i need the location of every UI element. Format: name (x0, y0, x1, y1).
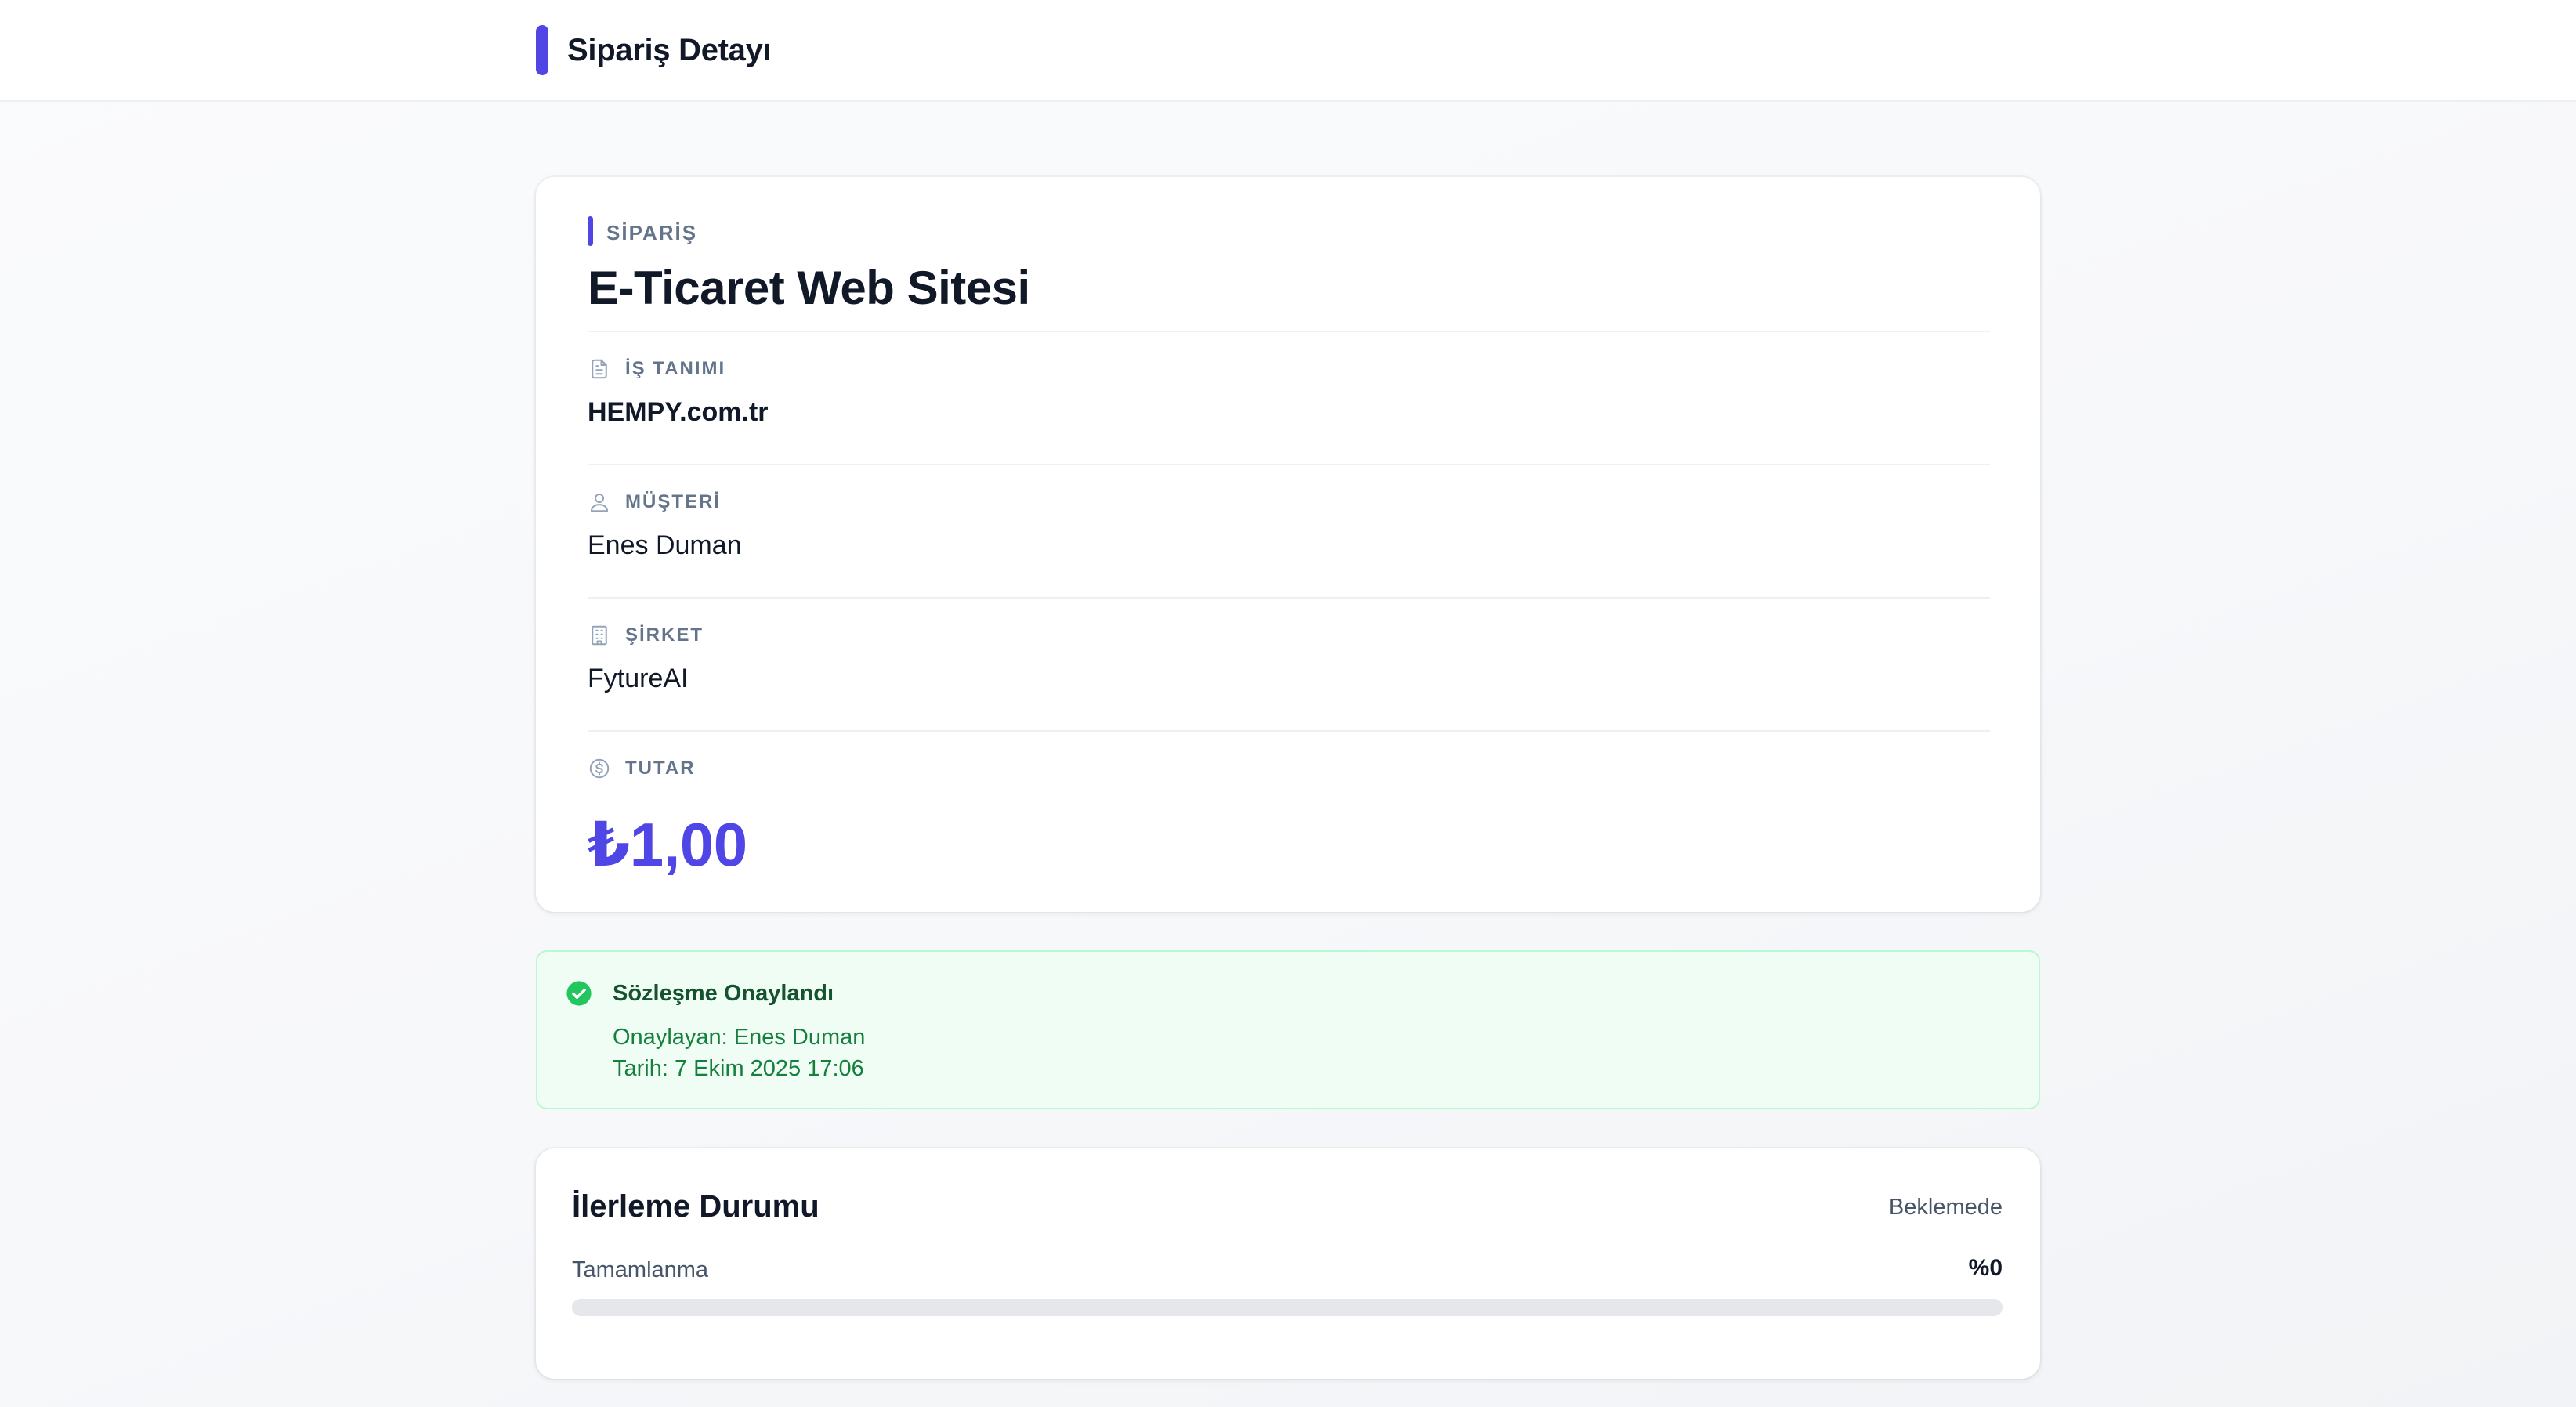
job-description-label: İŞ TANIMI (625, 358, 726, 379)
completion-percent: %0 (1968, 1255, 2003, 1281)
status-badge: Beklemede (1888, 1195, 2003, 1220)
divider (588, 331, 1990, 332)
user-icon (591, 494, 608, 512)
approval-card: Sözleşme Onaylandı Onaylayan: Enes Duman… (536, 950, 2040, 1109)
company-label: ŞİRKET (625, 624, 704, 646)
check-circle-icon (566, 981, 592, 1006)
customer-value: Enes Duman (588, 530, 742, 560)
page-title: Sipariş Detayı (567, 33, 772, 67)
document-icon (592, 359, 607, 379)
approval-date-text: Tarih: 7 Ekim 2025 17:06 (613, 1056, 864, 1081)
title-accent-bar (536, 25, 548, 75)
amount-value: ₺1,00 (588, 810, 747, 879)
customer-label: MÜŞTERİ (625, 491, 721, 512)
order-title: E-Ticaret Web Sitesi (588, 262, 1030, 314)
progress-title: İlerleme Durumu (572, 1189, 819, 1224)
company-value: FytureAI (588, 664, 689, 693)
job-description-value: HEMPY.com.tr (588, 397, 769, 427)
divider (588, 730, 1990, 732)
section-label: SİPARİŞ (606, 221, 698, 244)
top-bar: Sipariş Detayı (0, 0, 2576, 102)
completion-label: Tamamlanma (572, 1257, 709, 1282)
approval-title: Sözleşme Onaylandı (613, 981, 834, 1006)
amount-label: TUTAR (625, 758, 696, 779)
building-icon (592, 625, 607, 646)
progress-card: İlerleme Durumu Beklemede Tamamlanma %0 (536, 1148, 2040, 1379)
progress-bar (572, 1299, 2003, 1316)
section-accent-bar (588, 216, 593, 246)
currency-icon (589, 758, 610, 779)
divider (588, 464, 1990, 465)
approved-by-text: Onaylayan: Enes Duman (613, 1025, 866, 1050)
order-card: SİPARİŞ E-Ticaret Web Sitesi İŞ TANIMI H… (536, 177, 2040, 912)
divider (588, 597, 1990, 599)
